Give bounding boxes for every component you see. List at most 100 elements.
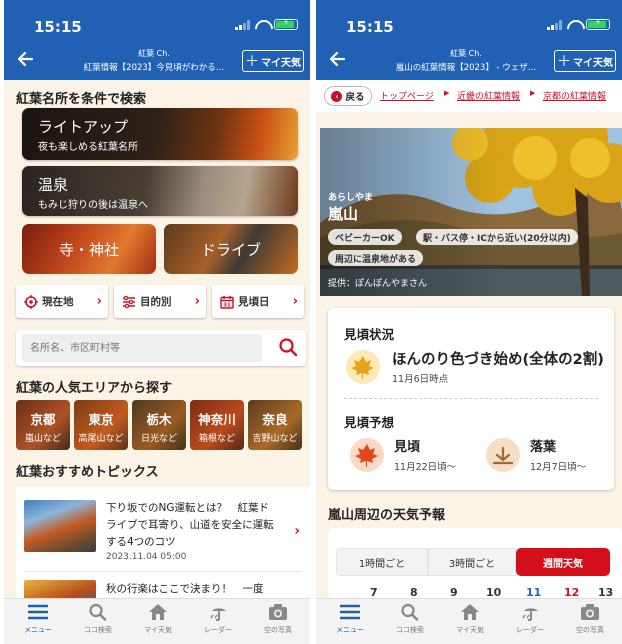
condition-current-location-button[interactable]: 現在地 › <box>16 285 108 318</box>
status-bar-time: 15:15 <box>346 18 394 36</box>
search-input[interactable] <box>22 334 262 362</box>
area-sub: 高尾山など <box>78 434 124 444</box>
weekly-date-strip: 7 8 9 10 11 12 13 <box>336 586 614 599</box>
radar-icon <box>210 608 226 621</box>
nav-search[interactable]: ココ検索 <box>68 603 128 635</box>
right-phone-screen: 15:15 ⚡ 紅葉 Ch. 嵐山の紅葉情報【2023】 - ウェザ… ＋マイ天… <box>316 0 622 644</box>
area-pref: 東京 <box>88 412 114 427</box>
maple-leaf-icon <box>346 350 380 384</box>
banner-lightup[interactable]: ライトアップ 夜も楽しめる紅葉名所 <box>22 108 298 160</box>
status-bar-time: 15:15 <box>34 18 82 36</box>
area-tile-kanagawa[interactable]: 神奈川 箱根など <box>190 400 244 450</box>
foliage-status-card: 見頃状況 ほんのり色づき始め(全体の2割) 11月6日時点 見頃予想 見頃 11… <box>328 308 614 490</box>
location-icon <box>24 294 38 309</box>
search-icon[interactable] <box>278 337 298 357</box>
area-pref: 奈良 <box>262 412 288 427</box>
chevron-right-icon: › <box>294 523 300 539</box>
radar-icon <box>522 608 538 621</box>
banner-lightup-subtitle: 夜も楽しめる紅葉名所 <box>38 142 138 153</box>
screenshot-stage: 15:15 ⚡ 紅葉 Ch. 紅葉情報【2023】今見頃がわかる… ＋マイ天気 … <box>0 0 622 644</box>
area-tile-kyoto[interactable]: 京都 嵐山など <box>16 400 70 450</box>
hero-photo: あらしやま 嵐山 ベビーカーOK 駅・バス停・ICから近い(20分以内) 周辺に… <box>320 128 622 296</box>
add-my-weather-button[interactable]: ＋マイ天気 <box>242 50 304 72</box>
nav-sky-photos[interactable]: 空の写真 <box>560 603 620 635</box>
forecast-fall-label: 落葉 <box>530 440 557 455</box>
condition-peak-date-label: 見頃日 <box>238 296 270 308</box>
add-my-weather-label: マイ天気 <box>261 57 301 69</box>
back-button[interactable]: ‹ 戻る <box>324 86 372 106</box>
tab-three-hourly[interactable]: 3時間ごと <box>428 548 516 576</box>
add-my-weather-button[interactable]: ＋マイ天気 <box>554 50 616 72</box>
area-tile-tochigi[interactable]: 栃木 日光など <box>132 400 186 450</box>
tab-weekly[interactable]: 週間天気 <box>516 548 610 576</box>
weather-section-title: 嵐山周辺の天気予報 <box>328 508 446 523</box>
topics-list: 下り坂でのNG運転とは？ 紅葉ドライブで耳寄り、山道を安全に運転する4つのコツ … <box>16 487 310 607</box>
hero-tag: 駅・バス停・ICから近い(20分以内) <box>416 229 578 245</box>
condition-purpose-button[interactable]: 目的別 › <box>114 285 206 318</box>
signal-icon <box>547 19 562 30</box>
nav-search[interactable]: ココ検索 <box>380 603 440 635</box>
nav-menu-label: メニュー <box>336 626 364 634</box>
nav-menu-label: メニュー <box>24 626 52 634</box>
condition-peak-date-button[interactable]: 31 見頃日 › <box>212 285 304 318</box>
status-icons: ⚡ <box>547 18 610 30</box>
nav-radar-label: レーダー <box>516 626 544 634</box>
area-tile-nara[interactable]: 奈良 吉野山など <box>248 400 302 450</box>
nav-radar[interactable]: レーダー <box>500 603 560 635</box>
status-icons: ⚡ <box>235 18 298 30</box>
chevron-left-icon: ‹ <box>331 90 343 102</box>
plus-icon: ＋ <box>245 54 259 70</box>
breadcrumb: ‹ 戻る トップページ ▶ 近畿の紅葉情報 ▶ 京都の紅葉情報 <box>316 80 622 112</box>
nav-my-weather[interactable]: マイ天気 <box>440 603 500 635</box>
red-maple-leaf-icon <box>350 438 384 472</box>
plus-icon: ＋ <box>557 54 571 70</box>
breadcrumb-top-page[interactable]: トップページ <box>380 89 434 102</box>
chevron-right-icon: › <box>96 294 102 309</box>
forecast-heading: 見頃予想 <box>344 415 395 430</box>
area-pref: 京都 <box>30 412 56 427</box>
breadcrumb-kinki[interactable]: 近畿の紅葉情報 <box>457 89 520 102</box>
hero-tag: ベビーカーOK <box>328 229 402 245</box>
bottom-navigation: メニュー ココ検索 マイ天気 レーダー 空の写真 <box>316 598 622 644</box>
filter-icon <box>123 295 135 308</box>
area-pref: 神奈川 <box>198 412 236 427</box>
tile-drive[interactable]: ドライブ <box>164 224 298 274</box>
topic-thumbnail <box>24 500 96 552</box>
breadcrumb-separator-icon: ▶ <box>444 89 450 97</box>
forecast-fall-date: 12月7日頃〜 <box>530 462 587 473</box>
area-sub: 日光など <box>140 434 177 444</box>
tile-temple-shrine[interactable]: 寺・神社 <box>22 224 156 274</box>
wifi-icon <box>255 20 269 30</box>
nav-my-weather-label: マイ天気 <box>144 626 172 634</box>
nav-menu[interactable]: メニュー <box>8 603 68 635</box>
hero-spot-name: 嵐山 <box>328 205 359 223</box>
back-arrow-icon[interactable] <box>16 50 34 68</box>
nav-menu[interactable]: メニュー <box>320 603 380 635</box>
area-tile-tokyo[interactable]: 東京 高尾山など <box>74 400 128 450</box>
nav-radar[interactable]: レーダー <box>188 603 248 635</box>
nav-sky-photos-label: 空の写真 <box>264 626 292 634</box>
nav-sky-photos[interactable]: 空の写真 <box>248 603 308 635</box>
forecast-peak-date: 11月22日頃〜 <box>394 462 457 473</box>
header-title: 嵐山の紅葉情報【2023】 - ウェザ… <box>395 63 537 73</box>
breadcrumb-kyoto[interactable]: 京都の紅葉情報 <box>543 89 606 102</box>
area-sub: 吉野山など <box>252 434 298 444</box>
wifi-icon <box>567 20 581 30</box>
search-icon <box>89 603 107 621</box>
banner-onsen-subtitle: もみじ狩りの後は温泉へ <box>38 200 148 211</box>
banner-onsen[interactable]: 温泉 もみじ狩りの後は温泉へ <box>22 166 298 216</box>
arashiyama-photo <box>320 128 622 296</box>
condition-purpose-label: 目的別 <box>140 296 172 308</box>
tab-hourly[interactable]: 1時間ごと <box>336 548 428 576</box>
nav-my-weather[interactable]: マイ天気 <box>128 603 188 635</box>
fallen-leaves-icon <box>486 438 520 472</box>
header-channel: 紅葉 Ch. <box>138 49 170 58</box>
weather-forecast-card: 1時間ごと 3時間ごと 週間天気 7 8 9 10 11 12 13 <box>328 528 622 599</box>
back-arrow-icon[interactable] <box>328 50 346 68</box>
tile-drive-label: ドライブ <box>200 240 261 259</box>
app-header: 15:15 ⚡ 紅葉 Ch. 紅葉情報【2023】今見頃がわかる… ＋マイ天気 <box>4 0 310 80</box>
divider <box>344 398 598 399</box>
search-icon <box>401 603 419 621</box>
nav-search-label: ココ検索 <box>84 626 112 634</box>
tile-temple-shrine-label: 寺・神社 <box>58 240 119 259</box>
